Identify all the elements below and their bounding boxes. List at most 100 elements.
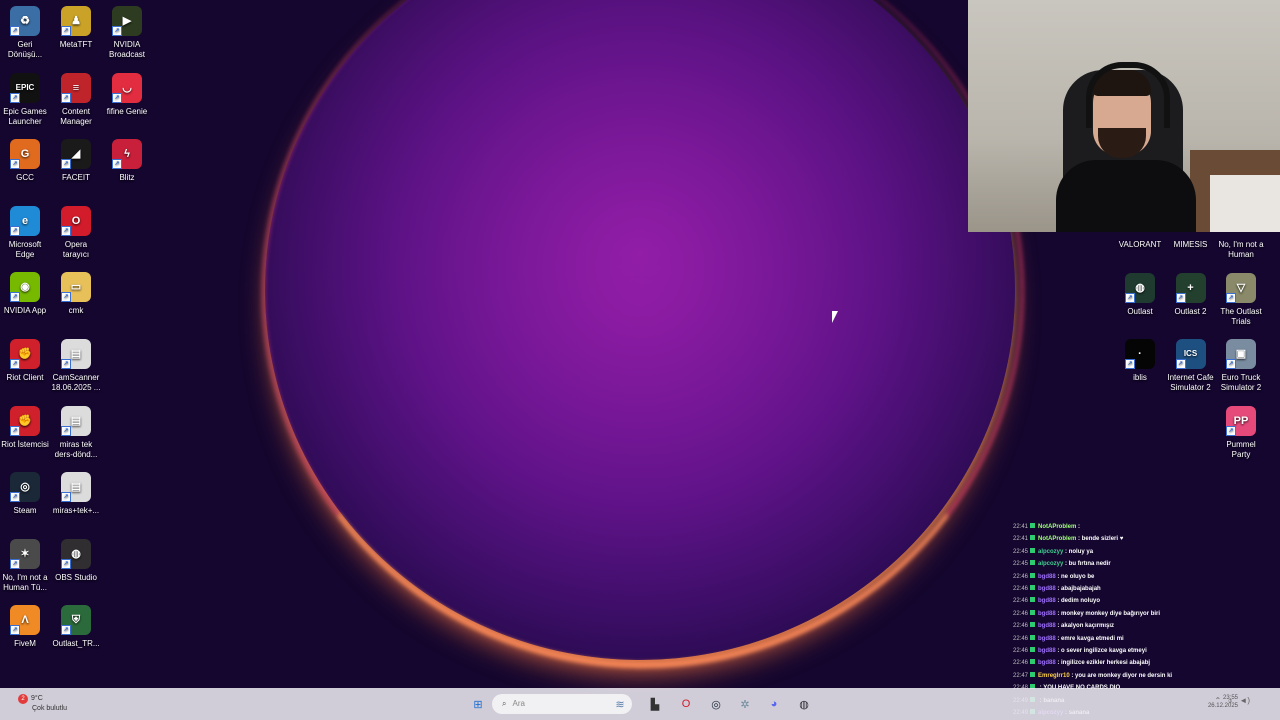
desktop-shortcut[interactable]: ✶ ↗ No, I'm not a Human Tü... bbox=[0, 533, 50, 593]
chat-timestamp: 22:46 bbox=[1013, 635, 1029, 642]
riot-client-icon: ✊ ↗ bbox=[10, 405, 40, 436]
desktop-shortcut[interactable]: ▤ ↗ miras+tek+... bbox=[51, 466, 101, 516]
desktop-shortcut[interactable]: ✊ ↗ Riot Client bbox=[0, 333, 50, 383]
chat-username: bgd88 bbox=[1038, 598, 1056, 605]
shortcut-arrow-icon: ↗ bbox=[1125, 359, 1135, 370]
desktop-shortcut[interactable]: ◍ ↗ OBS Studio bbox=[51, 533, 101, 583]
clock[interactable]: 23:55 26.12.2025 bbox=[1208, 694, 1238, 710]
opera-taskbar-icon[interactable]: O bbox=[676, 694, 696, 714]
chat-username: NotAProblem bbox=[1038, 536, 1077, 543]
search-icon: ⌕ bbox=[502, 699, 507, 708]
desktop-shortcut[interactable]: ✊ ↗ Riot İstemcisi bbox=[0, 400, 50, 450]
chat-username: bgd88 bbox=[1038, 660, 1056, 667]
chat-username: alpcozyy bbox=[1038, 561, 1064, 568]
desktop-shortcut[interactable]: ◡ ↗ fifine Genie bbox=[102, 67, 152, 117]
desktop-shortcut-label: Outlast bbox=[1127, 306, 1153, 316]
chat-message: 22:45 alpcozyy : noluy ya bbox=[1013, 546, 1218, 558]
desktop-shortcut-label: NVIDIA Broadcast bbox=[108, 40, 146, 59]
outlast-icon: ◍ ↗ bbox=[1125, 272, 1155, 303]
file-explorer-icon[interactable]: ▙ bbox=[645, 694, 665, 714]
desktop-shortcut[interactable]: EPIC ↗ Epic Games Launcher bbox=[0, 67, 50, 127]
faceit-icon: ◢ ↗ bbox=[61, 139, 91, 170]
desktop-shortcut[interactable]: · ↗ iblis bbox=[1115, 333, 1165, 383]
desktop-shortcut[interactable]: ▽ ↗ The Outlast Trials bbox=[1216, 267, 1266, 327]
desktop-shortcut[interactable]: ◢ ↗ FACEIT bbox=[51, 133, 101, 183]
desktop-shortcut[interactable]: ϟ ↗ Blitz bbox=[102, 133, 152, 183]
desktop-shortcut[interactable]: e ↗ Microsoft Edge bbox=[0, 200, 50, 260]
shortcut-arrow-icon: ↗ bbox=[10, 159, 20, 170]
discord-taskbar-icon[interactable]: ◕ bbox=[764, 694, 784, 714]
pummel-party-icon: PP ↗ bbox=[1226, 405, 1256, 436]
chat-badge-icon bbox=[1030, 671, 1036, 677]
start-button-icon[interactable]: ⊞ bbox=[468, 694, 488, 714]
shortcut-arrow-icon: ↗ bbox=[1175, 292, 1186, 303]
desktop-shortcut-label: iblis bbox=[1133, 373, 1147, 383]
desktop-shortcut[interactable]: ◎ ↗ Steam bbox=[0, 466, 50, 516]
desktop-shortcut-label: OBS Studio bbox=[55, 572, 97, 582]
volume-icon[interactable]: ◄) bbox=[1239, 696, 1250, 705]
steam-taskbar-icon[interactable]: ◎ bbox=[706, 694, 726, 714]
chat-text: : akalyon kaçırmışız bbox=[1055, 623, 1115, 630]
desktop-shortcut[interactable]: ◉ ↗ NVIDIA App bbox=[0, 266, 50, 316]
shortcut-arrow-icon: ↗ bbox=[10, 92, 20, 103]
desktop-shortcut-label: Riot İstemcisi bbox=[1, 439, 49, 449]
desktop-shortcut[interactable]: ≡ ↗ Content Manager bbox=[51, 67, 101, 127]
desktop-shortcut[interactable]: ♻ ↗ Geri Dönüşü... bbox=[0, 0, 50, 60]
wallpaper-ring bbox=[262, 0, 1024, 668]
obs-taskbar-icon[interactable]: ◍ bbox=[794, 694, 814, 714]
shortcut-arrow-icon: ↗ bbox=[10, 425, 20, 436]
shortcut-arrow-icon: ↗ bbox=[10, 225, 20, 236]
desktop-shortcut[interactable]: ▤ ↗ CamScanner 18.06.2025 ... bbox=[51, 333, 101, 393]
copilot-icon[interactable]: ≋ bbox=[610, 694, 630, 714]
desktop-shortcut-label: Outlast_TR... bbox=[52, 639, 100, 649]
chat-text: : emre kavga etmedi mi bbox=[1055, 635, 1124, 642]
recycle-bin-icon: ♻ ↗ bbox=[10, 6, 40, 36]
desktop-shortcut[interactable]: O ↗ Opera tarayıcı bbox=[51, 200, 101, 260]
desktop-shortcut[interactable]: + ↗ Outlast 2 bbox=[1166, 267, 1216, 317]
chat-username: Emreglrr10 bbox=[1038, 672, 1070, 679]
shortcut-arrow-icon: ↗ bbox=[112, 159, 122, 170]
desktop-shortcut-label: Opera tarayıcı bbox=[62, 239, 90, 259]
clock-date: 26.12.2025 bbox=[1207, 703, 1238, 709]
desktop-shortcut-label: Pummel Party bbox=[1226, 439, 1256, 459]
desktop-shortcut[interactable]: G ↗ GCC bbox=[0, 133, 50, 183]
desktop-shortcut[interactable]: ▭ ↗ cmk bbox=[51, 266, 101, 316]
desktop-shortcut[interactable]: ICS ↗ Internet Cafe Simulator 2 bbox=[1166, 333, 1216, 393]
taskbar: 2 9°C Çok bulutlu ⌕ Ara ⌃ ⌽ ◄) 23:55 26.12… bbox=[0, 688, 1280, 720]
epic-games-icon: EPIC ↗ bbox=[10, 72, 40, 103]
chat-text: : monkey monkey diye bağırıyor biri bbox=[1055, 610, 1161, 617]
nvidia-taskbar-icon[interactable]: ✲ bbox=[735, 694, 755, 714]
chat-text: : dedim noluyo bbox=[1055, 598, 1101, 605]
shortcut-arrow-icon: ↗ bbox=[61, 625, 71, 636]
shortcut-arrow-icon: ↗ bbox=[61, 225, 71, 236]
desktop-shortcut[interactable]: ▶ ↗ NVIDIA Broadcast bbox=[102, 0, 152, 60]
desktop-shortcut-label: No, I'm not a Human bbox=[1218, 240, 1264, 259]
desktop-shortcut[interactable]: ▤ ↗ miras tek ders-dönd... bbox=[51, 400, 101, 460]
desktop-shortcut[interactable]: Λ ↗ FiveM bbox=[0, 599, 50, 649]
desktop-shortcut-label: Outlast 2 bbox=[1174, 306, 1207, 316]
chat-timestamp: 22:46 bbox=[1013, 598, 1029, 605]
desktop-shortcut[interactable]: ⛨ ↗ Outlast_TR... bbox=[51, 599, 101, 649]
chat-badge-icon bbox=[1030, 523, 1036, 528]
chat-text: : ingilizce ezikler herkesi abajabj bbox=[1055, 660, 1151, 667]
desktop-shortcut-label: No, I'm not a Human Tü... bbox=[2, 572, 48, 592]
shortcut-arrow-icon: ↗ bbox=[61, 26, 71, 36]
desktop-shortcut-label: Epic Games Launcher bbox=[3, 106, 47, 126]
desktop-shortcut[interactable]: ◍ ↗ Outlast bbox=[1115, 267, 1165, 317]
document-icon: ▤ ↗ bbox=[61, 472, 91, 503]
shortcut-arrow-icon: ↗ bbox=[1125, 292, 1135, 303]
shortcut-arrow-icon: ↗ bbox=[10, 492, 20, 503]
clock-time: 23:55 bbox=[1222, 695, 1238, 701]
weather-widget[interactable]: 2 9°C Çok bulutlu bbox=[18, 694, 67, 713]
outlast-2-icon: + ↗ bbox=[1175, 272, 1206, 303]
shortcut-arrow-icon: ↗ bbox=[61, 359, 71, 369]
document-icon: ▤ ↗ bbox=[61, 405, 91, 436]
desktop-shortcut-label: NVIDIA App bbox=[3, 306, 47, 316]
desktop-shortcut-label: Content Manager bbox=[60, 106, 92, 126]
chat-badge-icon bbox=[1030, 585, 1036, 591]
desktop-shortcut[interactable]: ♟ ↗ MetaTFT bbox=[51, 0, 101, 50]
desktop-shortcut[interactable]: PP ↗ Pummel Party bbox=[1216, 400, 1266, 460]
chat-badge-icon bbox=[1030, 560, 1036, 566]
desktop-shortcut[interactable]: ▣ ↗ Euro Truck Simulator 2 bbox=[1216, 333, 1266, 393]
shortcut-arrow-icon: ↗ bbox=[61, 492, 71, 503]
